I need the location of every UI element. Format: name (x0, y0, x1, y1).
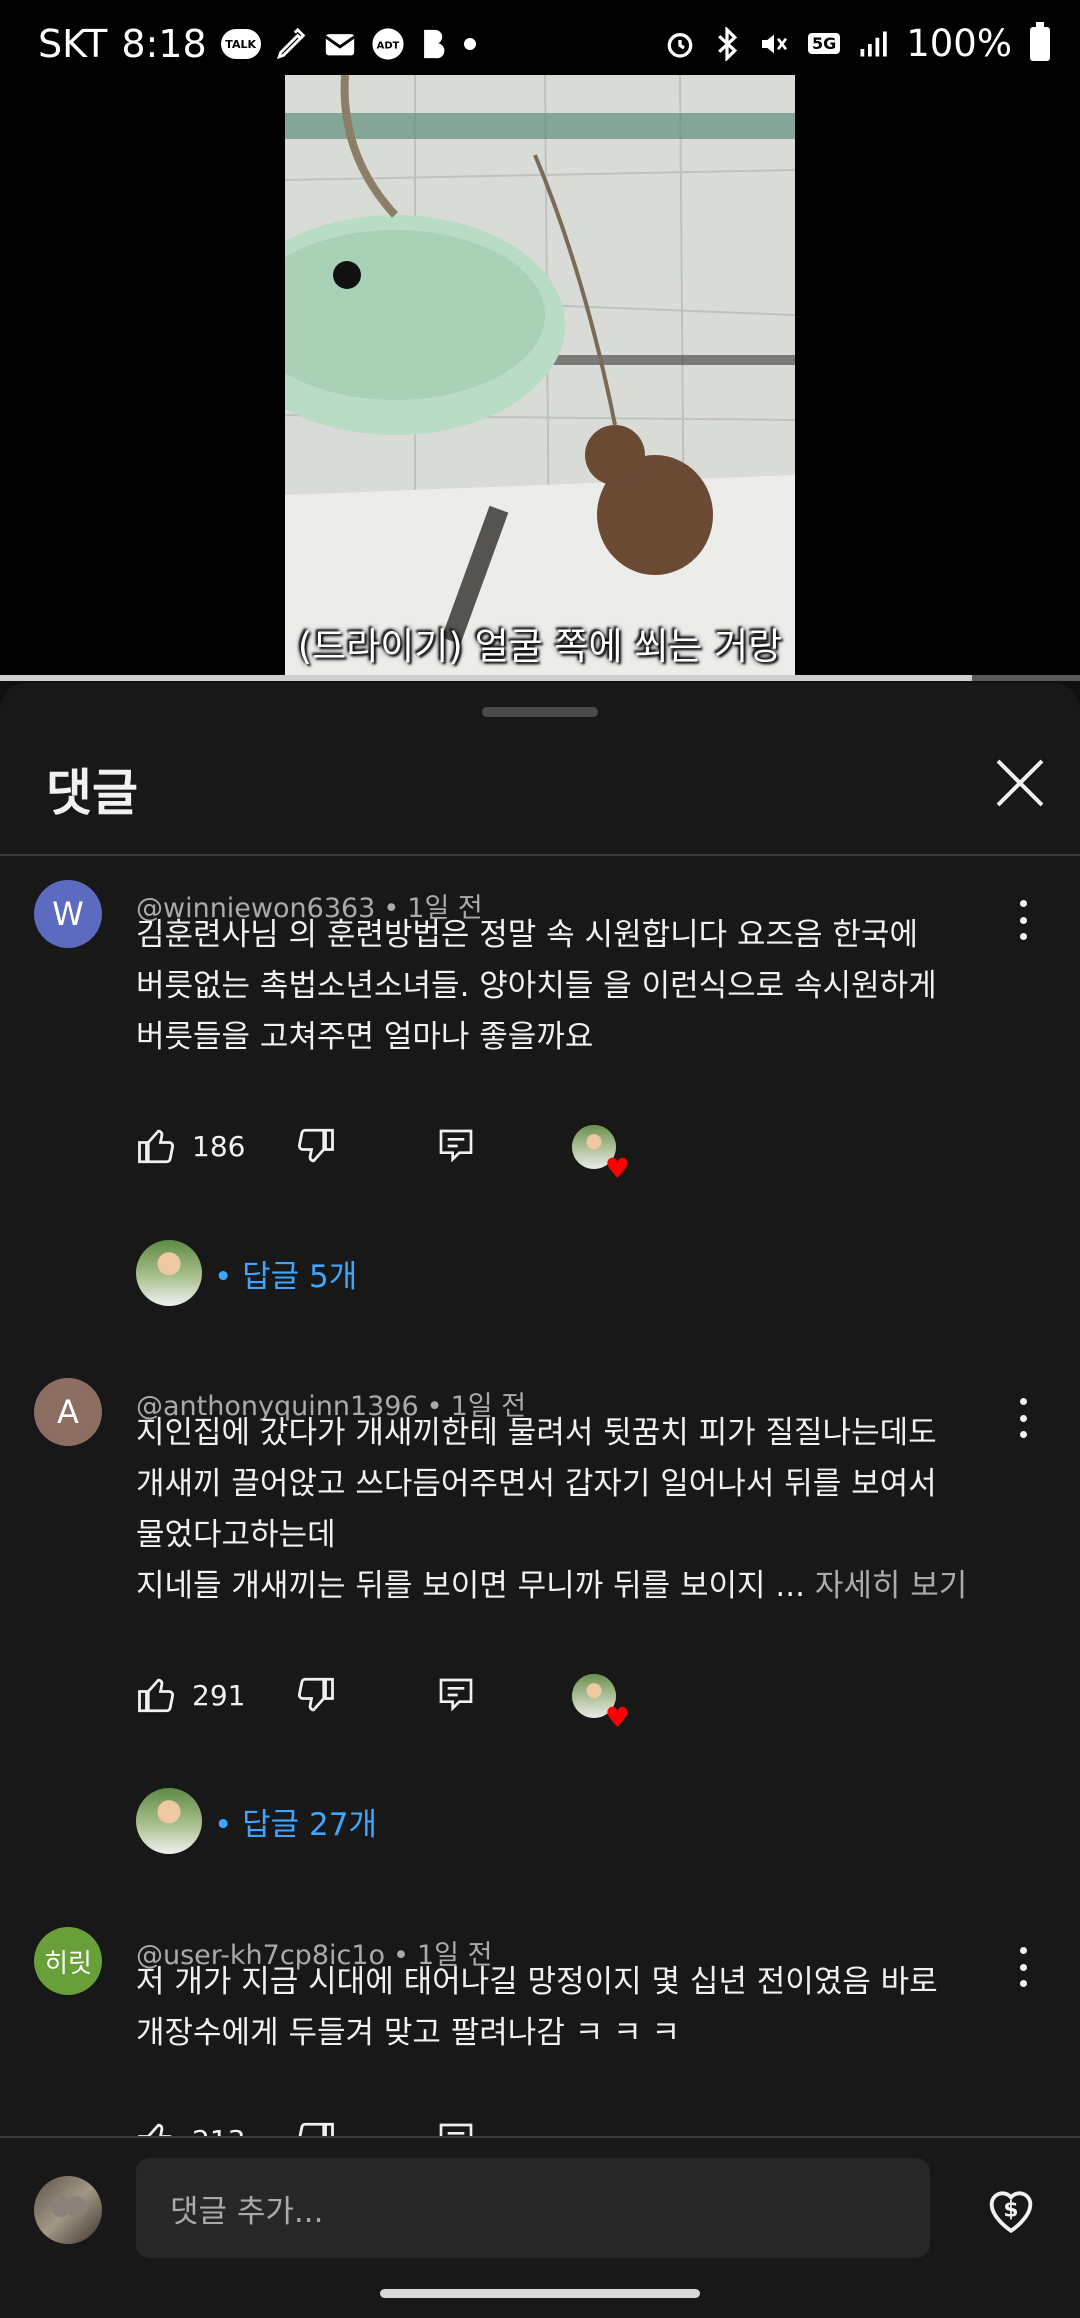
svg-text:$: $ (1003, 2197, 1018, 2222)
dot-icon (463, 37, 477, 51)
comment-text-line: 개장수에게 두들겨 맞고 팔려나감 ㅋ ㅋ ㅋ (136, 2015, 680, 2051)
heart-dollar-icon: $ (989, 2191, 1033, 2234)
b-icon (419, 27, 449, 61)
like-count: 291 (192, 1678, 246, 1712)
comment-text-line: 지네들 개새끼는 뒤를 보이면 무니까 뒤를 보이지 ... (136, 1568, 805, 1604)
video-frame[interactable]: (드라이기) 얼굴 쪽에 쐬는 거랑 (285, 75, 795, 680)
creator-heart-badge: ♥ (572, 1125, 630, 1183)
comment-more-button[interactable] (1008, 1398, 1038, 1438)
thumb-up-icon (138, 1678, 174, 1713)
heart-icon: ♥ (604, 1701, 630, 1734)
status-bar: SKT 8:18 TALK ADT 5G 100% (0, 0, 1080, 75)
signal-icon (858, 29, 888, 59)
video-progress-fill (0, 675, 972, 681)
sheet-drag-handle[interactable] (482, 707, 598, 717)
add-comment-placeholder: 댓글 추가... (170, 2193, 324, 2230)
avatar-letter: 히릿 (44, 1948, 92, 1979)
video-progress-bar[interactable] (0, 675, 1080, 681)
battery-percent: 100% (906, 22, 1012, 65)
avatar-letter: W (52, 895, 84, 933)
video-player[interactable]: (드라이기) 얼굴 쪽에 쐬는 거랑 (0, 75, 1080, 680)
mute-icon (758, 28, 790, 60)
alarm-icon (664, 28, 696, 60)
comment-text-line: 버릇들을 고쳐주면 얼마나 좋을까요 (136, 1019, 594, 1055)
reply-button[interactable] (436, 1674, 476, 1716)
comment-text-line: 개새끼 끌어앉고 쓰다듬어주면서 갑자기 일어나서 뒤를 보여서 (136, 1466, 937, 1502)
replies-toggle[interactable]: • 답글 5개 (136, 1238, 357, 1308)
dislike-button[interactable] (294, 1674, 336, 1716)
thumb-down-icon (298, 1128, 334, 1163)
creator-reply-avatar (136, 1788, 202, 1854)
carrier-label: SKT (38, 22, 108, 66)
comment-avatar[interactable]: W (34, 880, 102, 948)
video-scene-image (285, 75, 795, 680)
battery-icon (1030, 21, 1050, 61)
comment-text-line: 지인집에 갔다가 개새끼한테 물려서 뒷꿈치 피가 질질나는데도 (136, 1415, 937, 1451)
read-more-link[interactable]: 자세히 보기 (815, 1568, 967, 1604)
comment-text: 김훈련사님 의 훈련방법은 정말 속 시원합니다 요즈음 한국에 버릇없는 촉법… (136, 910, 966, 1063)
heart-icon: ♥ (604, 1152, 630, 1185)
close-icon (996, 759, 1044, 807)
comment-text-line: 물었다고하는데 (136, 1517, 336, 1553)
thumb-down-icon (298, 1677, 334, 1712)
like-count: 186 (192, 1129, 246, 1163)
comment-actions: 186 ♥ (136, 1125, 1036, 1183)
reply-button[interactable] (436, 1125, 476, 1167)
comment-actions: 291 ♥ (136, 1674, 1036, 1732)
creator-reply-avatar (136, 1240, 202, 1306)
like-button[interactable]: 186 (136, 1125, 245, 1167)
network-badge: 5G (807, 33, 841, 54)
status-bar-left: SKT 8:18 TALK ADT (38, 22, 477, 66)
comment-text-line: 버릇없는 촉법소년소녀들. 양아치들 을 이런식으로 속시원하게 (136, 968, 937, 1004)
header-divider (0, 854, 1080, 856)
svg-text:ADT: ADT (376, 40, 399, 51)
replies-toggle[interactable]: • 답글 27개 (136, 1786, 377, 1856)
dislike-button[interactable] (294, 1125, 336, 1167)
close-button[interactable] (990, 753, 1050, 813)
status-bar-right: 5G 100% (664, 21, 1050, 65)
comment-more-button[interactable] (1008, 1947, 1038, 1987)
user-avatar[interactable] (34, 2176, 102, 2244)
adt-icon: ADT (371, 27, 405, 61)
kakaotalk-icon: TALK (220, 29, 261, 59)
super-thanks-button[interactable]: $ (982, 2180, 1040, 2238)
comment-text: 지인집에 갔다가 개새끼한테 물려서 뒷꿈치 피가 질질나는데도 개새끼 끌어앉… (136, 1408, 967, 1612)
comment-text-line: 김훈련사님 의 훈련방법은 정말 속 시원합니다 요즈음 한국에 (136, 917, 918, 953)
comment-text-line: 저 개가 지금 시대에 태어나길 망정이지 몇 십년 전이였음 바로 (136, 1964, 938, 2000)
comment-reply-icon (439, 1129, 473, 1163)
bluetooth-icon (714, 26, 740, 61)
comment-avatar[interactable]: A (34, 1378, 102, 1446)
replies-count-link[interactable]: • 답글 5개 (214, 1251, 357, 1296)
thumb-up-icon (138, 1129, 174, 1164)
avatar-letter: A (57, 1393, 79, 1431)
clock: 8:18 (121, 22, 207, 66)
comments-sheet: 댓글 W @winniewon6363 • 1일 전 김훈련사님 의 훈련방법은 정… (0, 683, 1080, 2316)
pen-icon (275, 27, 309, 61)
mail-icon (323, 27, 357, 61)
video-subtitle: (드라이기) 얼굴 쪽에 쐬는 거랑 (297, 625, 783, 668)
add-comment-input[interactable]: 댓글 추가... (136, 2158, 930, 2258)
comment-avatar[interactable]: 히릿 (34, 1927, 102, 1995)
replies-count-link[interactable]: • 답글 27개 (214, 1799, 377, 1844)
creator-heart-badge: ♥ (572, 1674, 630, 1732)
comment-reply-icon (439, 1678, 473, 1712)
sheet-title: 댓글 (46, 764, 138, 822)
comment-more-button[interactable] (1008, 900, 1038, 940)
like-button[interactable]: 291 (136, 1674, 245, 1716)
comment-text: 저 개가 지금 시대에 태어나길 망정이지 몇 십년 전이였음 바로 개장수에게… (136, 1957, 966, 2059)
home-indicator[interactable] (380, 2289, 700, 2298)
